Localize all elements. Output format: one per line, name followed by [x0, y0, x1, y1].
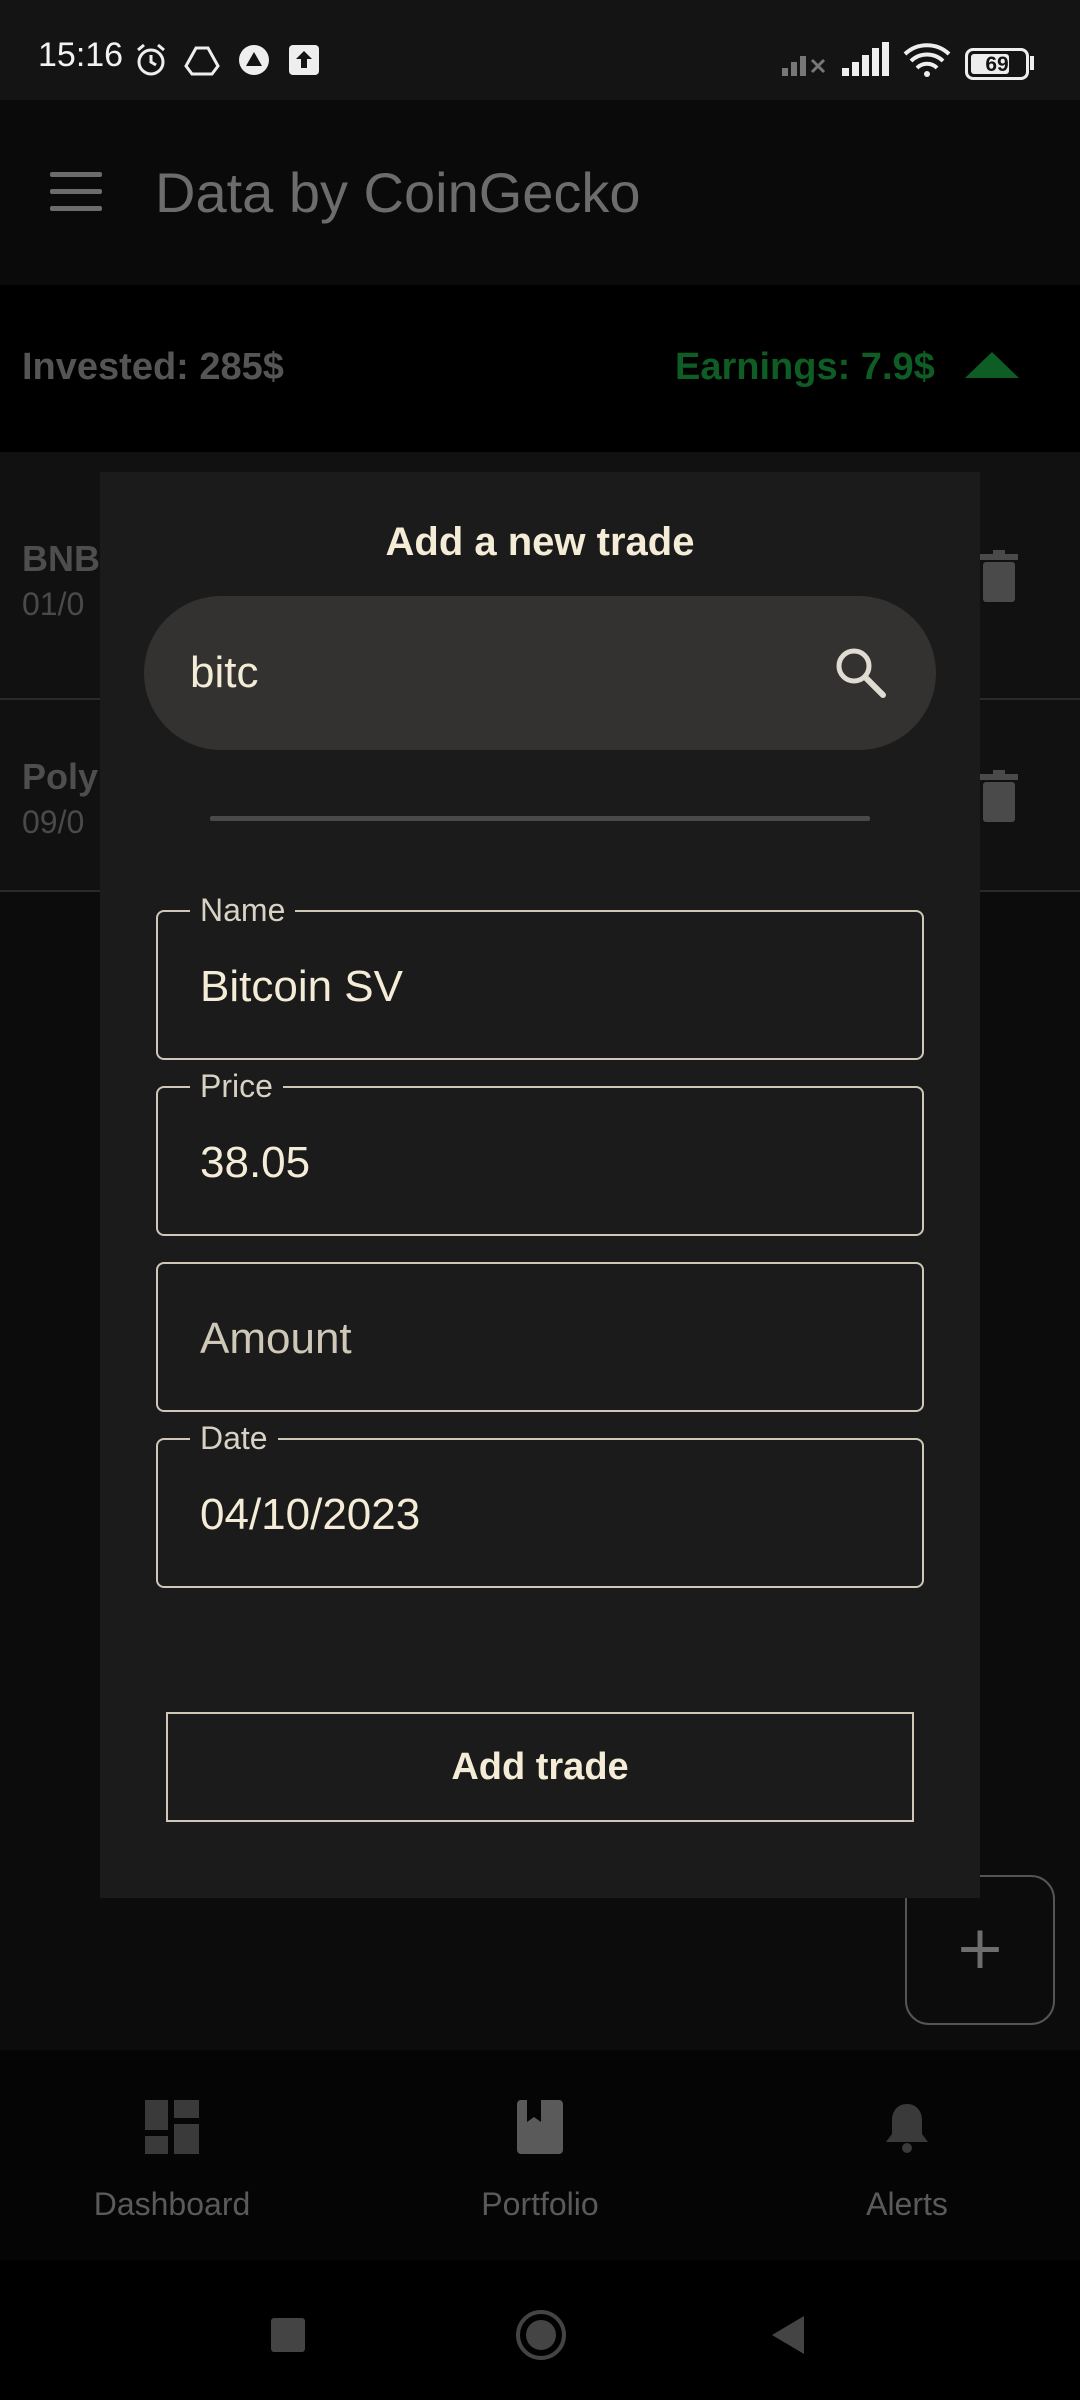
nav-dashboard[interactable]: Dashboard	[22, 2186, 322, 2223]
battery-icon: 69	[965, 48, 1029, 80]
add-trade-button[interactable]: Add trade	[166, 1712, 914, 1822]
date-field-label: Date	[190, 1420, 278, 1457]
back-icon[interactable]	[772, 2316, 804, 2354]
name-field-value[interactable]: Bitcoin SV	[200, 962, 403, 1012]
trade-item-date: 01/0	[22, 586, 85, 622]
bell-icon	[886, 2104, 928, 2153]
signal-icon	[842, 42, 889, 76]
trade-item-date: 09/0	[22, 804, 85, 840]
battery-tip	[1030, 56, 1034, 70]
delete-icon[interactable]	[980, 550, 1018, 602]
dialog-title: Add a new trade	[385, 520, 695, 564]
earnings-total: Earnings: 7.9$	[675, 346, 935, 388]
arrow-up-icon	[965, 352, 1019, 378]
nav-alerts[interactable]: Alerts	[757, 2186, 1057, 2223]
home-icon[interactable]	[516, 2310, 566, 2360]
date-field-value[interactable]: 04/10/2023	[200, 1490, 420, 1540]
drive-icon	[184, 46, 220, 76]
battery-level: 69	[985, 53, 1009, 76]
signal-off-icon	[782, 56, 826, 76]
upload-icon	[289, 45, 319, 75]
invested-total: Invested: 285$	[22, 346, 284, 388]
coin-search-bar[interactable]	[144, 596, 936, 750]
alarm-icon	[137, 43, 165, 76]
status-time: 15:16	[38, 36, 124, 74]
dashboard-icon	[145, 2100, 199, 2154]
amount-field-placeholder[interactable]: Amount	[200, 1314, 352, 1364]
search-icon[interactable]	[832, 644, 888, 700]
book-icon	[517, 2100, 563, 2154]
search-input[interactable]: bitc	[190, 648, 258, 698]
wifi-icon	[903, 43, 951, 77]
recents-icon[interactable]	[271, 2318, 305, 2352]
price-field-value[interactable]: 38.05	[200, 1138, 310, 1188]
menu-icon[interactable]	[50, 172, 102, 212]
price-field-label: Price	[190, 1068, 283, 1105]
nav-portfolio[interactable]: Portfolio	[390, 2186, 690, 2223]
bottom-navigation	[0, 2050, 1080, 2260]
delete-icon[interactable]	[980, 770, 1018, 822]
trade-item-title: BNB	[22, 538, 100, 579]
app-notification-icon	[239, 45, 269, 75]
search-results-divider	[210, 816, 870, 821]
trade-item-title: Poly	[22, 756, 99, 797]
name-field-label: Name	[190, 892, 296, 929]
app-title: Data by CoinGecko	[155, 161, 641, 224]
